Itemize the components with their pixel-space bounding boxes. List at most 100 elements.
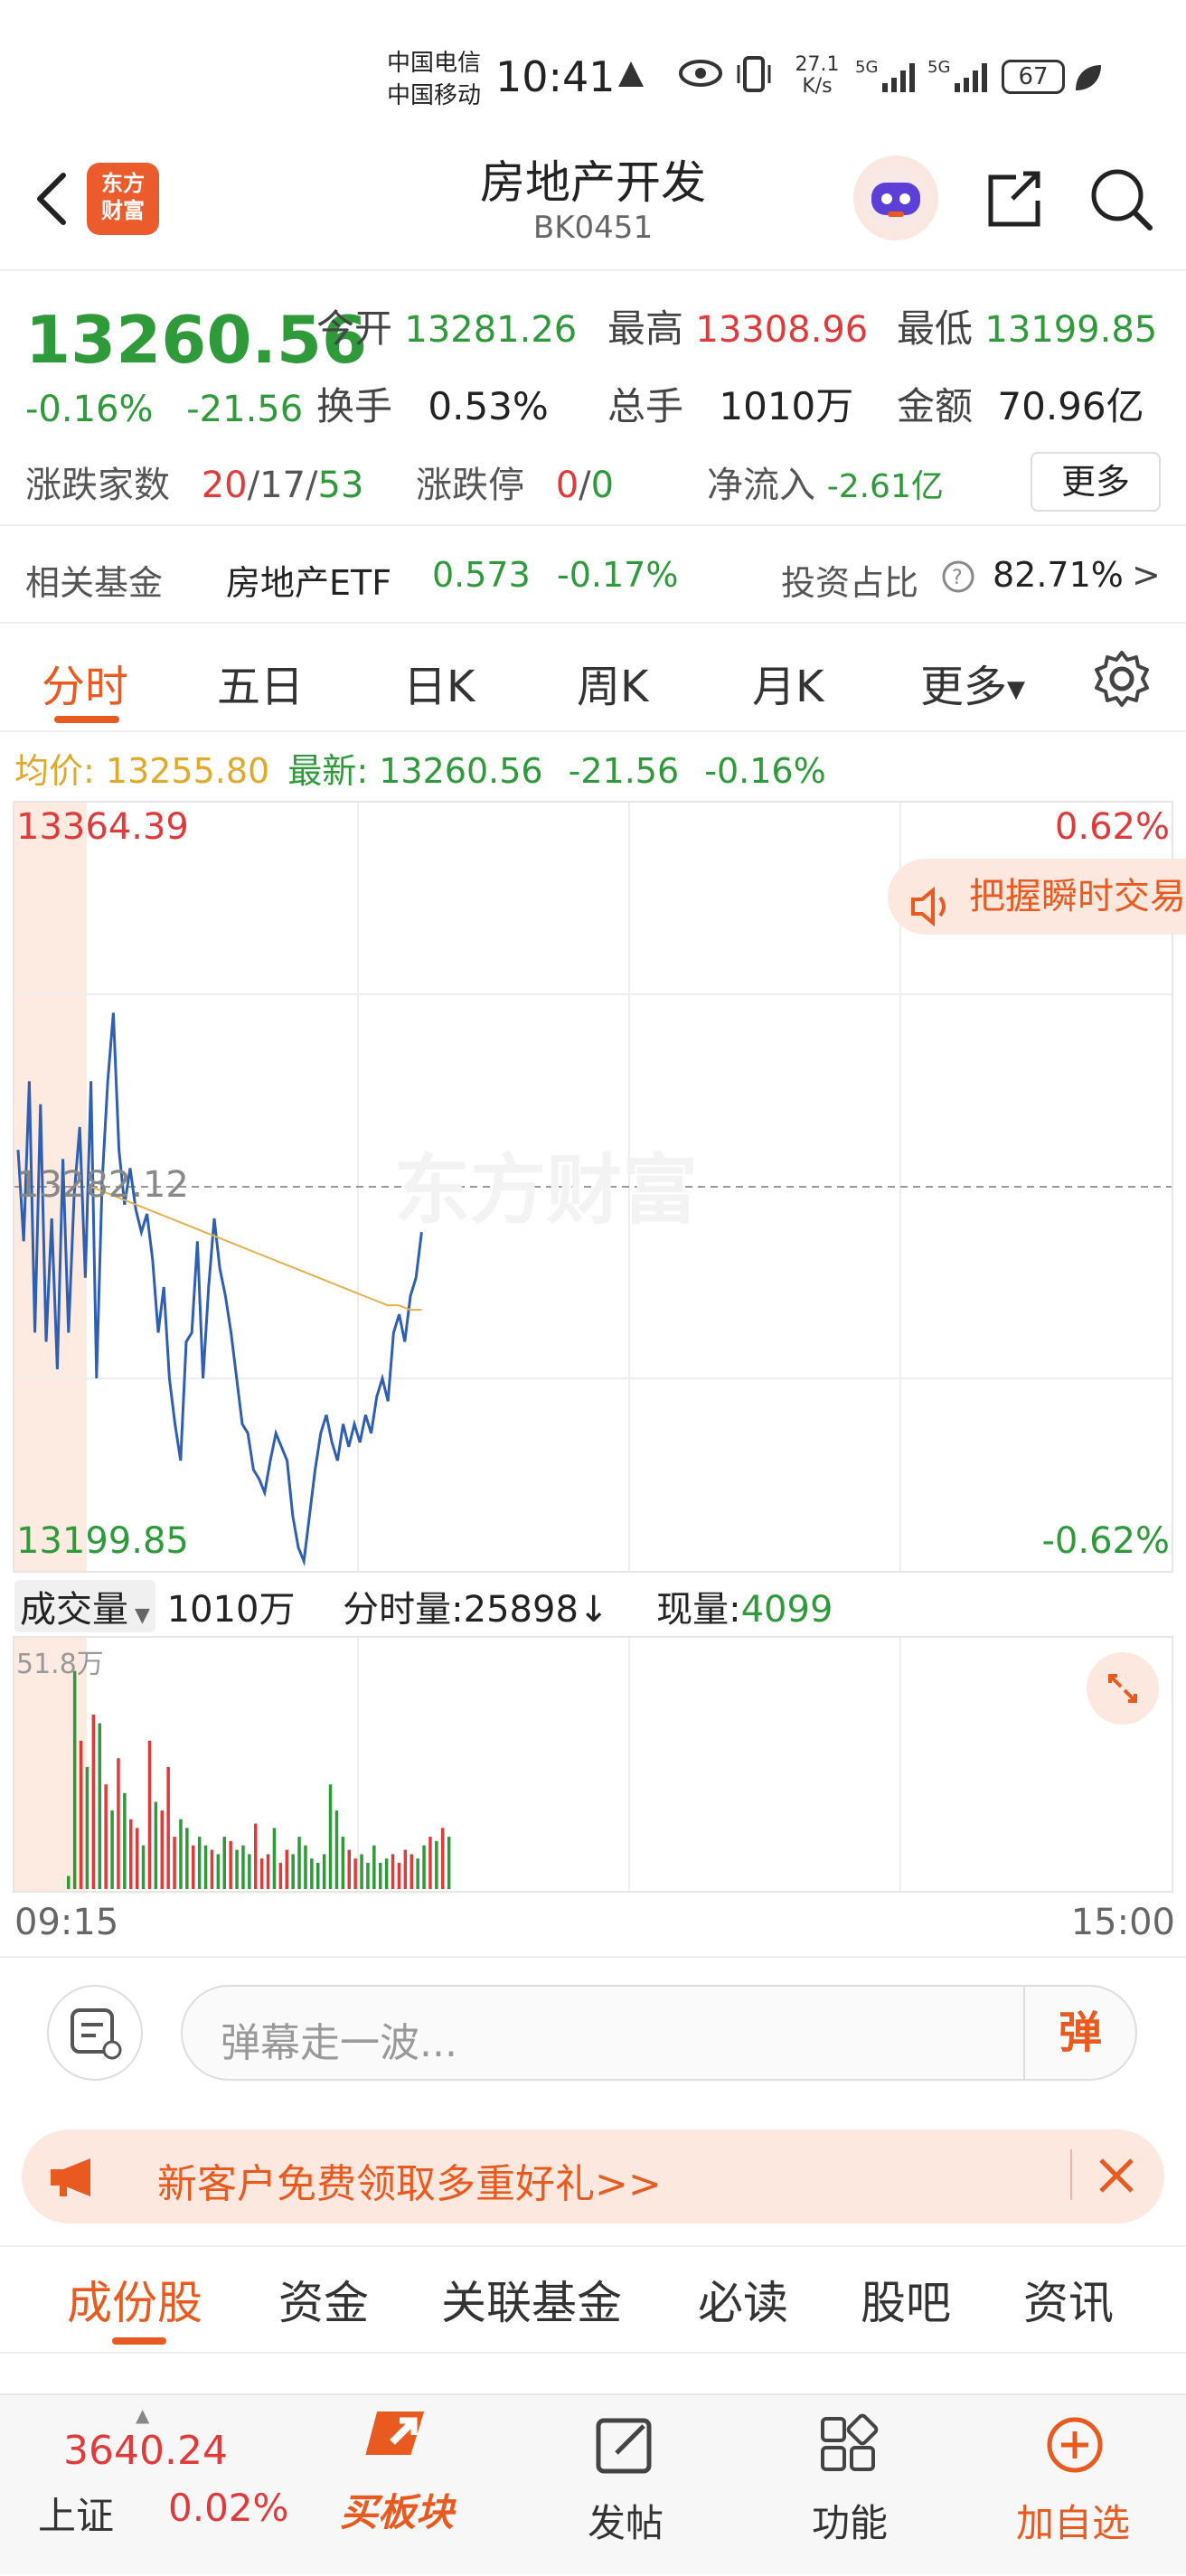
- current-volume: 4099: [740, 1589, 833, 1631]
- tab-more[interactable]: 更多▼: [920, 651, 1025, 714]
- volume-bar: [366, 1863, 370, 1889]
- latest-price: 13260.56: [379, 751, 543, 791]
- volume-bar: [166, 1766, 170, 1889]
- watermark: 东方财富: [394, 1146, 698, 1235]
- amount-value: 70.96亿: [997, 384, 1144, 428]
- danmaku-input[interactable]: 弹幕走一波... 弹: [181, 1985, 1137, 2081]
- help-icon[interactable]: ?: [940, 559, 976, 603]
- volume-bar: [310, 1858, 314, 1889]
- tab-monthly-k[interactable]: 月K: [752, 651, 824, 714]
- volume-header: 成交量 ▼ 1010万 分时量:25898↓ 现量:4099: [14, 1580, 833, 1632]
- carrier-1: 中国电信: [387, 50, 482, 77]
- volume-indicator-select[interactable]: 成交量 ▼: [14, 1580, 155, 1632]
- volume-bar: [391, 1854, 395, 1889]
- add-watchlist-button[interactable]: 加自选: [984, 2395, 1164, 2576]
- tab-must-read[interactable]: 必读: [698, 2267, 788, 2332]
- active-tab-indicator: [54, 716, 119, 723]
- eye-icon: [678, 58, 723, 92]
- volume-chart[interactable]: 51.8万: [13, 1636, 1173, 1893]
- trade-tip-banner[interactable]: 把握瞬时交易: [888, 859, 1186, 935]
- clock: 10:41: [495, 52, 616, 101]
- tab-news[interactable]: 资讯: [1023, 2267, 1114, 2332]
- tab-funds-flow[interactable]: 资金: [278, 2267, 369, 2332]
- buy-board-button[interactable]: 买板块: [307, 2395, 488, 2576]
- netflow-value: -2.61亿: [826, 468, 944, 505]
- vibrate-icon: [736, 54, 772, 98]
- index-value: 3640.24: [63, 2428, 228, 2474]
- volume-bar: [79, 1740, 83, 1889]
- reference-price-label: 13282.12: [16, 1164, 189, 1206]
- chevron-right-icon: >: [1132, 555, 1161, 595]
- volume-bar: [248, 1854, 251, 1889]
- volume-bar: [179, 1819, 183, 1889]
- price-change: -0.16% -21.56: [25, 389, 303, 430]
- fen-volume: 25898: [463, 1589, 579, 1631]
- volume-bar: [403, 1849, 408, 1889]
- carrier-2: 中国移动: [387, 82, 482, 109]
- volume-bar: [322, 1854, 326, 1889]
- comment-bar: 弹幕走一波... 弹: [0, 1956, 1186, 2115]
- volume-bar: [110, 1810, 114, 1889]
- share-icon[interactable]: [976, 163, 1049, 235]
- volume-bar: [67, 1876, 71, 1889]
- volume-bar: [123, 1792, 127, 1889]
- volume-bar: [154, 1801, 158, 1889]
- index-ticker[interactable]: 3640.24 上证 0.02% ▲: [0, 2395, 288, 2576]
- volume-bar: [210, 1849, 214, 1889]
- post-button[interactable]: 发帖: [533, 2395, 714, 2576]
- latest-change: -21.56: [568, 751, 680, 791]
- netflow-stat: 净流入 -2.61亿: [707, 465, 944, 506]
- fund-change: -0.17%: [557, 555, 679, 595]
- volume-bar: [291, 1854, 295, 1889]
- tab-intraday[interactable]: 分时: [42, 651, 128, 714]
- volume-bar: [266, 1854, 270, 1889]
- volume-bar: [409, 1854, 413, 1889]
- volume-bar: [241, 1845, 245, 1889]
- intraday-chart[interactable]: 东方财富 13364.39 13199.85 0.62% -0.62% 1328…: [13, 801, 1186, 1573]
- down-arrow-icon: ↓: [578, 1589, 609, 1631]
- dropdown-caret-icon: ▼: [1007, 676, 1026, 703]
- expand-icon[interactable]: [1087, 1652, 1159, 1725]
- limit-stat: 涨跌停 0/0: [416, 465, 615, 506]
- tab-forum[interactable]: 股吧: [861, 2267, 951, 2332]
- assistant-robot-icon[interactable]: [853, 155, 938, 240]
- volume-bar: [235, 1849, 239, 1889]
- y-axis-bottom-label: 13199.85: [16, 1520, 189, 1562]
- post-label: 发帖: [588, 2501, 664, 2545]
- tab-weekly-k[interactable]: 周K: [577, 651, 648, 714]
- close-icon[interactable]: [1092, 2151, 1141, 2204]
- comment-list-icon[interactable]: [47, 1985, 143, 2081]
- time-end: 15:00: [1070, 1902, 1175, 1943]
- volume-bar: [72, 1670, 77, 1889]
- change-abs: -21.56: [186, 389, 304, 430]
- svg-text:5G: 5G: [855, 58, 878, 77]
- updown-stat: 涨跌家数 20/17/53: [25, 465, 364, 506]
- buy-board-icon: [365, 2406, 438, 2491]
- tab-daily-k[interactable]: 日K: [403, 651, 475, 714]
- volume-bar: [304, 1845, 307, 1889]
- settings-icon[interactable]: [1090, 647, 1153, 714]
- volume-bar: [160, 1810, 164, 1889]
- volume-bar: [129, 1819, 133, 1889]
- volume-bar: [297, 1837, 301, 1889]
- low-value: 13199.85: [984, 309, 1158, 351]
- limit-down: 0: [590, 465, 615, 506]
- promo-banner[interactable]: 新客户免费领取多重好礼>>: [22, 2129, 1164, 2223]
- volume-value: 1010万: [719, 384, 854, 428]
- more-stats-button[interactable]: 更多: [1031, 452, 1161, 512]
- tab-components[interactable]: 成份股: [67, 2267, 202, 2332]
- volume-bar: [372, 1845, 376, 1889]
- volume-max-label: 51.8万: [16, 1649, 104, 1680]
- tab-five-day[interactable]: 五日: [217, 651, 304, 714]
- index-pct: 0.02%: [168, 2486, 289, 2530]
- related-fund-row[interactable]: 相关基金 房地产ETF 0.573 -0.17% 投资占比 ? 82.71% >: [0, 524, 1186, 624]
- buy-board-label: 买板块: [340, 2490, 455, 2534]
- turnover-value: 0.53%: [428, 384, 549, 428]
- tab-related-funds[interactable]: 关联基金: [441, 2267, 622, 2332]
- danmaku-send-button[interactable]: 弹: [1023, 1987, 1135, 2079]
- functions-button[interactable]: 功能: [758, 2395, 938, 2576]
- content-tabs: 成份股 资金 关联基金 必读 股吧 资讯: [0, 2245, 1186, 2354]
- open-stat: 今开 13281.26: [316, 306, 578, 351]
- search-icon[interactable]: [1085, 163, 1157, 235]
- carrier-info: 中国电信 中国移动: [387, 47, 481, 112]
